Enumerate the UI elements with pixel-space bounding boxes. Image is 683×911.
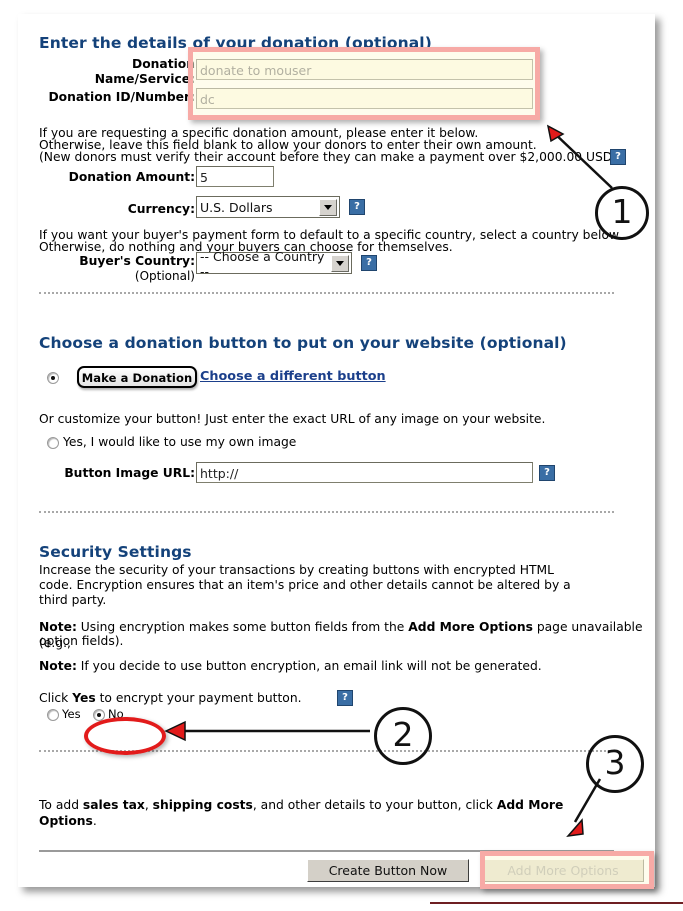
choose-different-button-link[interactable]: Choose a different button (200, 369, 386, 384)
note-2-text: If you decide to use button encryption, … (76, 659, 542, 673)
donation-amount-label: Donation Amount: (68, 170, 195, 184)
donation-name-input[interactable] (196, 59, 533, 80)
radio-encrypt-no[interactable] (93, 709, 105, 721)
chevron-down-icon (319, 199, 337, 216)
chevron-down-icon (331, 255, 349, 272)
footer-rule (39, 850, 614, 852)
security-note-2: Note: If you decide to use button encryp… (39, 659, 542, 675)
note-2-prefix: Note: (39, 659, 77, 673)
currency-select-value: U.S. Dollars (200, 200, 273, 215)
currency-select[interactable]: U.S. Dollars (196, 196, 340, 218)
donation-name-label: Donation Name/Service: (94, 57, 195, 86)
add-more-options-button[interactable]: Add More Options (482, 859, 644, 882)
security-settings-heading: Security Settings (39, 543, 192, 561)
button-image-url-input[interactable] (196, 462, 533, 483)
customize-button-text: Or customize your button! Just enter the… (39, 412, 546, 426)
security-note-1: Note: Using encryption makes some button… (39, 620, 655, 651)
radio-encrypt-yes[interactable] (47, 709, 59, 721)
note-1-text-a: Using encryption makes some button field… (76, 620, 409, 634)
footer-text-pre: To add (39, 798, 83, 812)
bottom-accent-rule (430, 902, 683, 904)
radio-use-paypal-button[interactable] (47, 372, 59, 384)
security-intro-line-2: code. Encryption ensures that an item's … (39, 578, 571, 592)
section-divider-2 (39, 511, 614, 513)
footer-end: . (92, 813, 97, 828)
encrypt-no-label: No (108, 707, 124, 721)
security-intro-line-1: Increase the security of your transactio… (39, 563, 554, 577)
payment-button-form-page: Enter the details of your donation (opti… (18, 14, 655, 887)
help-icon-encrypt[interactable]: ? (337, 690, 353, 706)
footer-mid-2: , and other details to your button, clic… (252, 798, 497, 812)
encrypt-prompt-post: to encrypt your payment button. (95, 691, 302, 705)
help-icon-image-url[interactable]: ? (539, 465, 555, 481)
footer-add-more: Add More (496, 798, 564, 812)
currency-label: Currency: (127, 202, 195, 216)
footer-options: Options (39, 813, 93, 828)
note-1-prefix: Note: (39, 620, 77, 634)
section-divider-3 (39, 750, 614, 752)
donation-button-heading: Choose a donation button to put on your … (39, 334, 567, 352)
radio-use-own-image[interactable] (47, 437, 59, 449)
help-icon-currency[interactable]: ? (349, 199, 365, 215)
make-a-donation-button[interactable]: Make a Donation (77, 366, 197, 388)
buyer-country-label: Buyer's Country: (Optional) (79, 254, 195, 283)
button-image-url-label: Button Image URL: (64, 466, 195, 480)
encrypt-prompt: Click Yes to encrypt your payment button… (39, 691, 302, 707)
footer-mid-1: , (144, 798, 153, 812)
section-divider-1 (39, 292, 614, 294)
encrypt-prompt-pre: Click (39, 691, 73, 705)
security-intro-line-3: third party. (39, 593, 107, 607)
donation-amount-input[interactable] (196, 166, 274, 187)
encrypt-prompt-bold: Yes (72, 691, 96, 705)
add-more-options-hint: To add sales tax, shipping costs, and ot… (39, 798, 619, 829)
note-1-bold: Add More Options (408, 620, 533, 634)
help-icon-amount[interactable]: ? (610, 149, 626, 165)
amount-help-line-3: (New donors must verify their account be… (39, 150, 618, 164)
footer-shipping-costs: shipping costs (152, 798, 253, 812)
use-own-image-label: Yes, I would like to use my own image (63, 435, 297, 449)
buyer-country-select-value: -- Choose a Country -- (200, 248, 325, 279)
footer-sales-tax: sales tax (82, 798, 145, 812)
donation-id-label: Donation ID/Number: (48, 90, 195, 104)
help-icon-country[interactable]: ? (361, 255, 377, 271)
buyer-country-select[interactable]: -- Choose a Country -- (196, 249, 352, 279)
create-button-now-button[interactable]: Create Button Now (307, 859, 469, 882)
security-note-1-line-2: option fields). (39, 634, 124, 648)
donation-details-heading: Enter the details of your donation (opti… (39, 34, 432, 52)
donation-id-input[interactable] (196, 88, 533, 109)
encrypt-yes-label: Yes (62, 707, 81, 721)
